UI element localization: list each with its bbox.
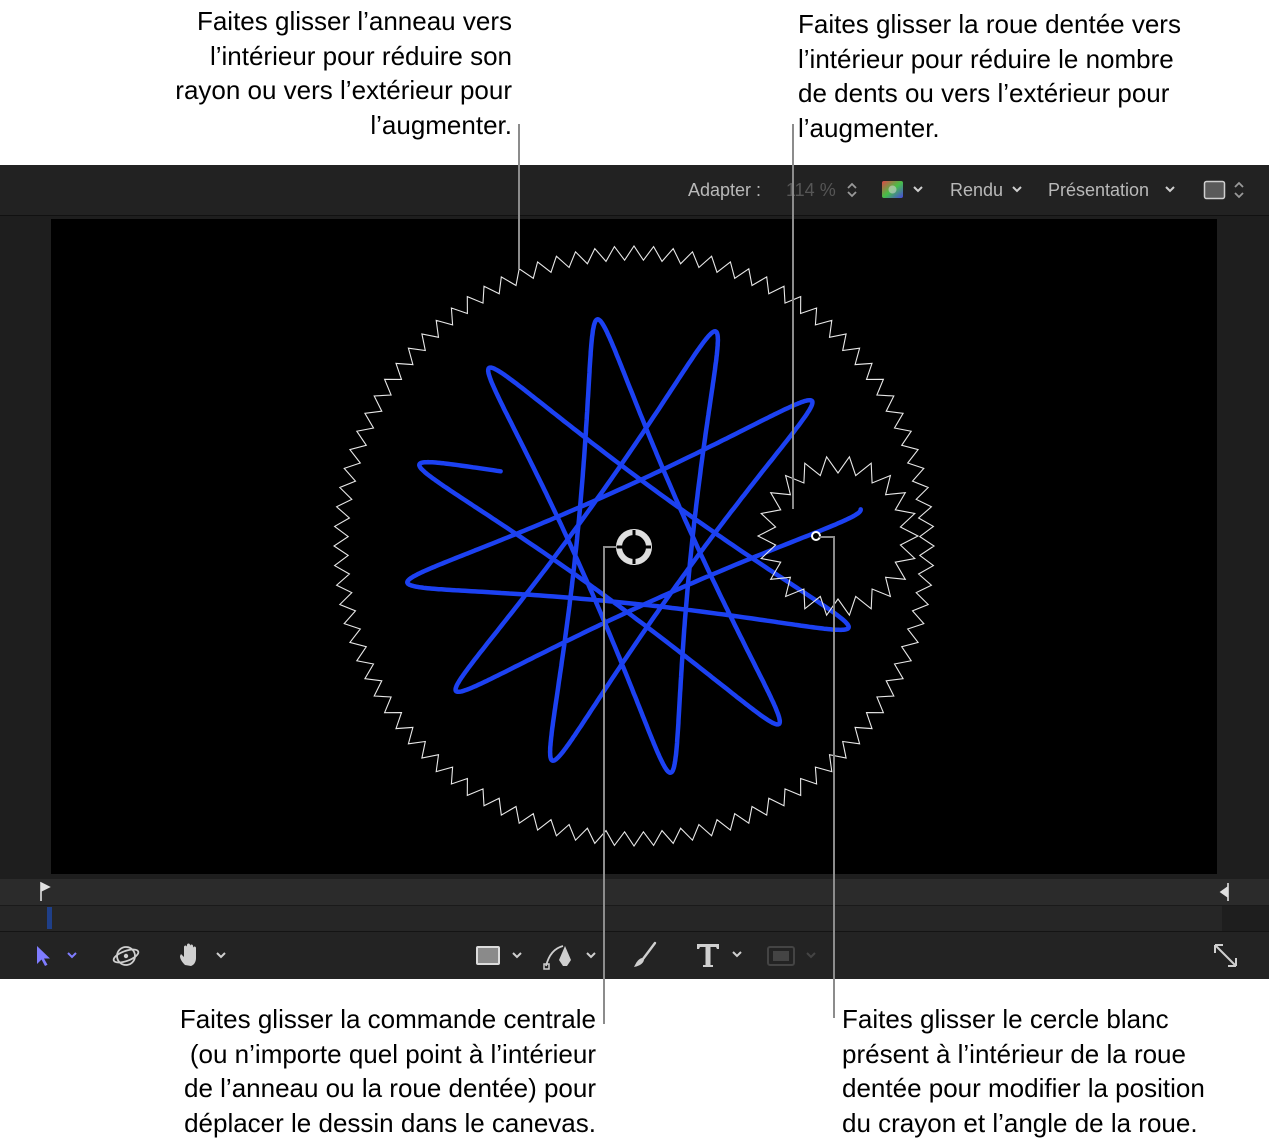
leader-line-ring (518, 124, 520, 269)
leader-line-wheel (792, 124, 794, 509)
hand-icon[interactable] (176, 942, 230, 970)
rectangle-icon[interactable] (475, 942, 527, 970)
callout-ring: Faites glisser l’anneau vers l’intérieur… (175, 6, 512, 140)
callout-center: Faites glisser la commande centrale (ou … (179, 1004, 596, 1138)
expand-icon[interactable] (1212, 942, 1240, 970)
ring-gear[interactable] (333, 245, 935, 847)
layout-icon[interactable] (1203, 179, 1249, 201)
callout-circle: Faites glisser le cercle blanc présent à… (842, 1004, 1205, 1138)
viewer-toolbar: Adapter : 114 % Rendu Présentation (0, 165, 1269, 216)
mask-icon (767, 946, 816, 966)
tool-bar (0, 931, 1269, 979)
render-menu[interactable]: Rendu (950, 179, 1003, 201)
leader-tick-center (603, 546, 617, 548)
timeline-ruler[interactable] (0, 879, 1269, 906)
color-channels-icon[interactable] (881, 179, 927, 201)
playhead[interactable] (47, 907, 52, 929)
wheel-gear[interactable] (756, 455, 920, 617)
text-tool-icon[interactable] (694, 940, 748, 970)
view-chevron-icon[interactable] (1164, 185, 1176, 195)
mini-timeline[interactable] (0, 879, 1269, 931)
leader-line-center (603, 546, 605, 1024)
fit-label: Adapter : (688, 180, 762, 200)
callout-wheel: Faites glisser la roue dentée vers l’int… (798, 9, 1181, 143)
canvas[interactable] (51, 219, 1217, 874)
arrow-pointer-icon[interactable] (33, 944, 83, 968)
leader-tick-circle (819, 536, 834, 538)
view-menu[interactable]: Présentation (1048, 179, 1149, 201)
play-range-out-icon[interactable] (1218, 881, 1232, 903)
3d-orbit-icon[interactable] (111, 942, 141, 970)
leader-line-circle (833, 536, 835, 1018)
center-control[interactable] (616, 529, 652, 565)
paint-stroke-icon[interactable] (631, 940, 659, 970)
spirograph-drawing[interactable] (51, 219, 1217, 874)
play-range-in-icon[interactable] (38, 881, 52, 903)
canvas-area (0, 216, 1269, 879)
timeline-end (1222, 906, 1269, 931)
render-chevron-icon[interactable] (1011, 185, 1023, 195)
viewer-window: Adapter : 114 % Rendu Présentation (0, 165, 1269, 979)
pen-tool-icon[interactable] (543, 940, 601, 970)
zoom-stepper-icon[interactable] (846, 181, 858, 199)
